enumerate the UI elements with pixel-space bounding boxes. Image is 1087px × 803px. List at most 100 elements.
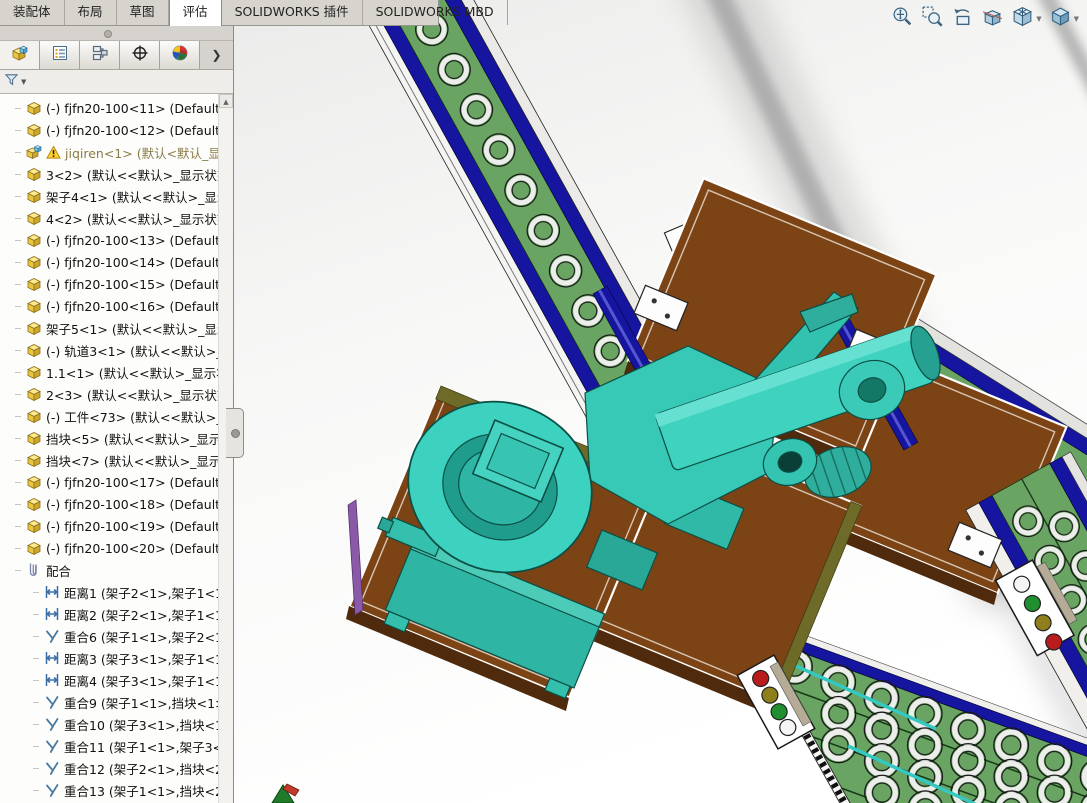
manager-tab-bar: ❯ bbox=[0, 41, 233, 70]
panel-tabs-expand-button[interactable]: ❯ bbox=[200, 41, 233, 69]
tree-item-label: 配合 bbox=[46, 563, 72, 579]
tree-item-label: (-) fjfn20-100<16> (Default<<D bbox=[46, 298, 219, 314]
zoom-to-area-icon bbox=[921, 5, 944, 32]
tree-item-label: (-) fjfn20-100<17> (Default<<D bbox=[46, 474, 219, 490]
tree-item[interactable]: (-) fjfn20-100<17> (Default<<D bbox=[0, 471, 219, 493]
tree-item[interactable]: 距离3 (架子3<1>,架子1<1>) bbox=[0, 647, 219, 669]
tree-item[interactable]: 重合6 (架子1<1>,架子2<1>) bbox=[0, 625, 219, 647]
tree-item-label: (-) fjfn20-100<14> (Default<<D bbox=[46, 254, 219, 270]
tree-item-label: 架子4<1> (默认<<默认>_显示状 bbox=[46, 189, 219, 205]
solidworks-window: { "command_bar": { "tabs": [ {"label": "… bbox=[0, 0, 1087, 803]
tree-item-label: (-) fjfn20-100<15> (Default<<D bbox=[46, 276, 219, 292]
splitter-grip-icon bbox=[104, 30, 112, 38]
filter-dropdown-icon[interactable]: ▼ bbox=[21, 78, 26, 86]
command-tab[interactable]: SOLIDWORKS 插件 bbox=[222, 0, 363, 25]
tree-item[interactable]: (-) fjfn20-100<12> (Default<<D bbox=[0, 119, 219, 141]
tree-item[interactable]: 距离4 (架子3<1>,架子1<1>) bbox=[0, 669, 219, 691]
scroll-up-icon[interactable]: ▲ bbox=[219, 94, 233, 108]
panel-collapse-handle[interactable] bbox=[226, 408, 244, 458]
command-tab[interactable]: 装配体 bbox=[0, 0, 65, 25]
tree-item[interactable]: 重合13 (架子1<1>,挡块<2>) bbox=[0, 779, 219, 801]
tree-item-label: (-) 轨道3<1> (默认<<默认>_显示 bbox=[46, 343, 219, 359]
propertymanager-tab-icon bbox=[51, 44, 69, 66]
tree-item[interactable]: (-) fjfn20-100<19> (Default<<D bbox=[0, 515, 219, 537]
tree-item[interactable]: (-) fjfn20-100<14> (Default<<D bbox=[0, 251, 219, 273]
tree-item-label: (-) fjfn20-100<20> (Default<<D bbox=[46, 540, 219, 556]
command-tab[interactable]: 布局 bbox=[65, 0, 117, 25]
panel-splitter[interactable] bbox=[0, 25, 233, 41]
dropdown-arrow-icon[interactable]: ▼ bbox=[1074, 15, 1079, 23]
tree-item[interactable]: 架子5<1> (默认<<默认>_显示状 bbox=[0, 317, 219, 339]
tree-item[interactable]: 2<3> (默认<<默认>_显示状态 1 bbox=[0, 383, 219, 405]
mate-coincident-icon bbox=[44, 694, 60, 710]
part-icon bbox=[26, 298, 42, 314]
dimxpertmanager-tab[interactable] bbox=[120, 41, 160, 69]
part-icon bbox=[26, 430, 42, 446]
mate-distance-icon bbox=[44, 606, 60, 622]
featuremanager-tab-icon bbox=[11, 44, 29, 66]
tree-item[interactable]: (-) fjfn20-100<15> (Default<<D bbox=[0, 273, 219, 295]
filter-icon[interactable] bbox=[4, 72, 19, 91]
tree-item-label: 距离3 (架子3<1>,架子1<1>) bbox=[64, 651, 219, 667]
graphics-viewport[interactable] bbox=[233, 0, 1087, 803]
display-style-button[interactable]: ▼ bbox=[1049, 5, 1079, 32]
tree-item[interactable]: 架子4<1> (默认<<默认>_显示状 bbox=[0, 185, 219, 207]
tree-item[interactable]: 重合11 (架子1<1>,架子3<1> bbox=[0, 735, 219, 757]
tree-item-label: 挡块<7> (默认<<默认>_显示状 bbox=[46, 453, 219, 469]
tree-item[interactable]: 4<2> (默认<<默认>_显示状态 1 bbox=[0, 207, 219, 229]
tree-item-label: jiqiren<1> (默认<默认_显示 bbox=[65, 145, 219, 161]
configurationmanager-tab[interactable] bbox=[80, 41, 120, 69]
tree-item[interactable]: 1.1<1> (默认<<默认>_显示状态 bbox=[0, 361, 219, 383]
command-tab[interactable]: SOLIDWORKS MBD bbox=[363, 0, 508, 25]
command-tab[interactable]: 草图 bbox=[117, 0, 169, 25]
mate-coincident-icon bbox=[44, 782, 60, 798]
feature-tree: (-) fjfn20-100<11> (Default<<D (-) fjfn20… bbox=[0, 97, 219, 803]
part-icon bbox=[26, 386, 42, 402]
command-tab[interactable]: 评估 bbox=[168, 0, 222, 26]
mate-distance-icon bbox=[44, 584, 60, 600]
section-view-button[interactable] bbox=[981, 5, 1004, 32]
feature-tree-area: (-) fjfn20-100<11> (Default<<D (-) fjfn20… bbox=[0, 94, 233, 803]
view-orientation-button[interactable]: ▼ bbox=[1011, 5, 1042, 32]
tree-item[interactable]: 3<2> (默认<<默认>_显示状态 1 bbox=[0, 163, 219, 185]
tree-item-label: (-) fjfn20-100<12> (Default<<D bbox=[46, 122, 219, 138]
tree-item[interactable]: (-) 工件<73> (默认<<默认>_显示 bbox=[0, 405, 219, 427]
previous-view-icon bbox=[951, 5, 974, 32]
tree-item[interactable]: (-) fjfn20-100<20> (Default<<D bbox=[0, 537, 219, 559]
tree-item[interactable]: (-) 轨道3<1> (默认<<默认>_显示 bbox=[0, 339, 219, 361]
previous-view-button[interactable] bbox=[951, 5, 974, 32]
displaymanager-tab[interactable] bbox=[160, 41, 200, 69]
zoom-to-fit-icon bbox=[891, 5, 914, 32]
zoom-to-area-button[interactable] bbox=[921, 5, 944, 32]
headsup-view-toolbar: ▼ ▼ bbox=[891, 5, 1079, 32]
dropdown-arrow-icon[interactable]: ▼ bbox=[1036, 15, 1041, 23]
mate-coincident-icon bbox=[44, 760, 60, 776]
tree-item[interactable]: 重合12 (架子2<1>,挡块<2>) bbox=[0, 757, 219, 779]
tree-item[interactable]: (-) fjfn20-100<13> (Default<<D bbox=[0, 229, 219, 251]
tree-item-label: 重合13 (架子1<1>,挡块<2>) bbox=[64, 783, 219, 799]
part-icon bbox=[26, 474, 42, 490]
tree-item[interactable]: 重合10 (架子3<1>,挡块<1>) bbox=[0, 713, 219, 735]
part-icon bbox=[26, 496, 42, 512]
tree-item[interactable]: 挡块<5> (默认<<默认>_显示状态 bbox=[0, 427, 219, 449]
propertymanager-tab[interactable] bbox=[40, 41, 80, 69]
tree-item[interactable]: 挡块<7> (默认<<默认>_显示状 bbox=[0, 449, 219, 471]
tree-item[interactable]: (-) fjfn20-100<16> (Default<<D bbox=[0, 295, 219, 317]
tree-item-label: (-) fjfn20-100<18> (Default<<D bbox=[46, 496, 219, 512]
tree-item[interactable]: 重合9 (架子1<1>,挡块<1>) bbox=[0, 691, 219, 713]
featuremanager-tab[interactable] bbox=[0, 41, 40, 69]
tree-item-label: 架子5<1> (默认<<默认>_显示状 bbox=[46, 321, 219, 337]
tree-item[interactable]: (-) fjfn20-100<11> (Default<<D bbox=[0, 97, 219, 119]
zoom-to-fit-button[interactable] bbox=[891, 5, 914, 32]
tree-item[interactable]: 距离2 (架子2<1>,架子1<1>) bbox=[0, 603, 219, 625]
part-icon bbox=[26, 540, 42, 556]
configurationmanager-tab-icon bbox=[91, 44, 109, 66]
part-icon bbox=[26, 342, 42, 358]
tree-item[interactable]: jiqiren<1> (默认<默认_显示 bbox=[0, 141, 219, 163]
tree-item[interactable]: (-) fjfn20-100<18> (Default<<D bbox=[0, 493, 219, 515]
tree-item[interactable]: 配合 bbox=[0, 559, 219, 581]
part-icon bbox=[26, 364, 42, 380]
tree-item-label: 重合11 (架子1<1>,架子3<1> bbox=[64, 739, 219, 755]
part-icon bbox=[26, 166, 42, 182]
tree-item[interactable]: 距离1 (架子2<1>,架子1<1>) bbox=[0, 581, 219, 603]
